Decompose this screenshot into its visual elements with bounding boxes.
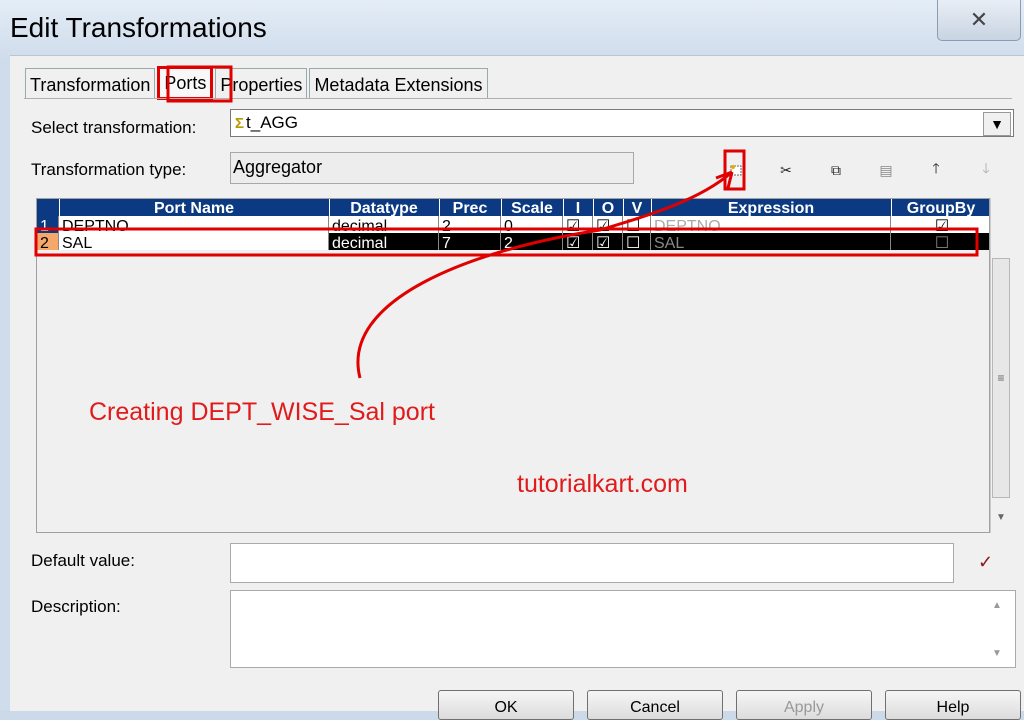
- cell-scale[interactable]: 2: [501, 233, 563, 250]
- cell-port-name[interactable]: DEPTNO: [59, 216, 329, 233]
- description-label: Description:: [31, 597, 121, 616]
- header-port-name[interactable]: Port Name: [59, 199, 330, 216]
- new-port-button[interactable]: [726, 160, 746, 180]
- header-expression[interactable]: Expression: [651, 199, 892, 216]
- help-button[interactable]: Help: [885, 690, 1021, 720]
- header-variable[interactable]: V: [623, 199, 652, 216]
- checkbox-groupby[interactable]: ☑: [891, 216, 989, 233]
- tab-bar: Transformation Ports Properties Metadata…: [25, 66, 490, 100]
- header-datatype[interactable]: Datatype: [329, 199, 440, 216]
- cell-prec[interactable]: 2: [439, 216, 501, 233]
- header-scale[interactable]: Scale: [501, 199, 564, 216]
- cell-scale[interactable]: 0: [501, 216, 563, 233]
- move-down-icon: 🡓: [982, 160, 990, 176]
- tab-properties[interactable]: Properties: [215, 68, 308, 99]
- cell-expression[interactable]: SAL: [651, 233, 891, 250]
- cell-port-name-editing[interactable]: SAL: [59, 233, 329, 250]
- validate-checkmark-icon[interactable]: ✓: [978, 552, 993, 573]
- select-transformation-value: t_AGG: [246, 113, 298, 132]
- select-transformation-label: Select transformation:: [31, 118, 197, 137]
- cut-icon: ✂: [780, 161, 792, 178]
- default-value-label: Default value:: [31, 551, 135, 570]
- grid-scrollbar-thumb[interactable]: ≡: [992, 258, 1010, 498]
- scroll-up-icon[interactable]: ▲: [992, 600, 1002, 611]
- cancel-button[interactable]: Cancel: [587, 690, 723, 720]
- cell-prec[interactable]: 7: [439, 233, 501, 250]
- table-row[interactable]: 1 DEPTNO decimal 2 0 ☑ ☑ ☐ DEPTNO ☑: [37, 216, 989, 233]
- cut-button[interactable]: ✂: [776, 160, 796, 180]
- close-icon: ✕: [969, 7, 989, 32]
- header-groupby[interactable]: GroupBy: [891, 199, 989, 216]
- row-number: 2: [37, 233, 59, 250]
- copy-button[interactable]: ⧉: [826, 160, 846, 180]
- paste-button[interactable]: ▤: [876, 160, 896, 180]
- apply-button[interactable]: Apply: [736, 690, 872, 720]
- move-up-icon: 🡑: [932, 160, 940, 176]
- tab-transformation[interactable]: Transformation: [25, 68, 156, 99]
- row-number: 1: [37, 216, 59, 233]
- header-output[interactable]: O: [593, 199, 624, 216]
- checkbox-output[interactable]: ☑: [593, 216, 623, 233]
- cell-datatype[interactable]: decimal: [329, 233, 439, 250]
- header-rownum: [37, 199, 60, 216]
- checkbox-input[interactable]: ☑: [563, 216, 593, 233]
- checkbox-variable[interactable]: ☐: [623, 216, 651, 233]
- sigma-icon: Σ: [235, 114, 245, 132]
- checkbox-groupby[interactable]: ☐: [891, 233, 989, 250]
- transformation-type-label: Transformation type:: [31, 160, 187, 179]
- scroll-down-icon[interactable]: ▼: [996, 512, 1006, 523]
- window-title: Edit Transformations: [10, 12, 267, 43]
- copy-icon: ⧉: [831, 161, 841, 178]
- select-transformation-dropdown[interactable]: Σ t_AGG ▼: [230, 109, 1014, 137]
- default-value-input[interactable]: [230, 543, 954, 583]
- move-down-button[interactable]: 🡓: [976, 160, 996, 180]
- paste-icon: ▤: [879, 161, 893, 178]
- annotation-caption: Creating DEPT_WISE_Sal port: [89, 398, 435, 426]
- close-button[interactable]: ✕: [937, 0, 1021, 41]
- header-prec[interactable]: Prec: [439, 199, 502, 216]
- cell-expression[interactable]: DEPTNO: [651, 216, 891, 233]
- grid-header: Port Name Datatype Prec Scale I O V Expr…: [37, 199, 989, 216]
- cell-datatype[interactable]: decimal: [329, 216, 439, 233]
- header-input[interactable]: I: [563, 199, 594, 216]
- transformation-type-field: Aggregator: [230, 152, 634, 184]
- description-textarea[interactable]: [230, 590, 1016, 668]
- scroll-down-icon[interactable]: ▼: [992, 648, 1002, 659]
- chevron-down-icon[interactable]: ▼: [983, 112, 1011, 136]
- move-up-button[interactable]: 🡑: [926, 160, 946, 180]
- checkbox-input[interactable]: ☑: [563, 233, 593, 250]
- tab-ports[interactable]: Ports: [157, 66, 214, 100]
- tab-metadata-extensions[interactable]: Metadata Extensions: [309, 68, 488, 99]
- watermark-text: tutorialkart.com: [517, 470, 688, 498]
- table-row-selected[interactable]: 2 SAL decimal 7 2 ☑ ☑ ☐ SAL ☐: [37, 233, 989, 250]
- ok-button[interactable]: OK: [438, 690, 574, 720]
- new-port-icon: [730, 165, 742, 176]
- checkbox-output[interactable]: ☑: [593, 233, 623, 250]
- checkbox-variable[interactable]: ☐: [623, 233, 651, 250]
- ports-grid[interactable]: Port Name Datatype Prec Scale I O V Expr…: [36, 198, 990, 533]
